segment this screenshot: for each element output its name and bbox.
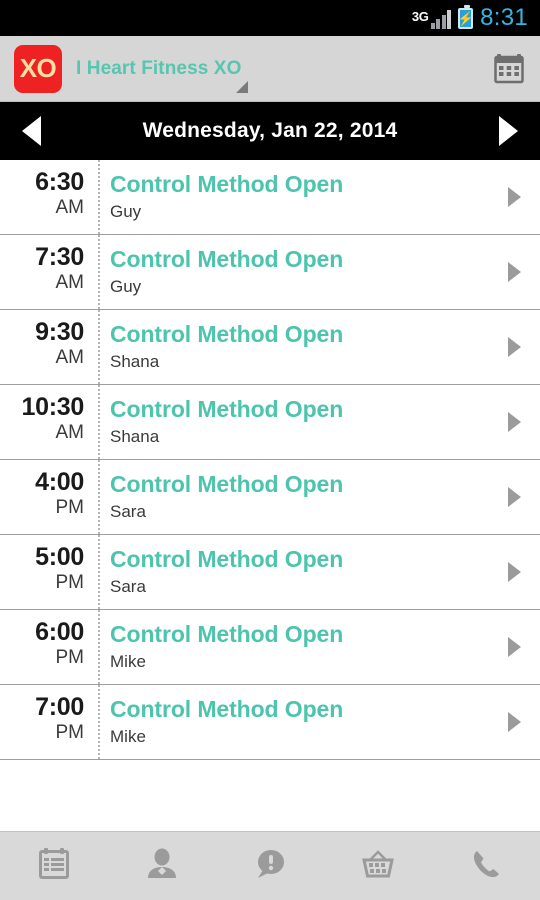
class-time-value: 5:00 <box>35 543 84 571</box>
class-detail-arrow-icon[interactable] <box>488 460 540 534</box>
battery-charging-icon: ⚡ <box>457 4 474 29</box>
class-time-value: 7:30 <box>35 243 84 271</box>
class-info: Control Method Open Shana <box>100 310 488 384</box>
class-time: 5:00 PM <box>0 535 98 609</box>
schedule-calendar-icon <box>36 846 72 887</box>
class-detail-arrow-icon[interactable] <box>488 310 540 384</box>
class-info: Control Method Open Guy <box>100 160 488 234</box>
tab-shop[interactable] <box>324 832 432 900</box>
tab-alerts[interactable] <box>216 832 324 900</box>
class-time-meridiem: AM <box>55 197 85 219</box>
class-detail-arrow-icon[interactable] <box>488 235 540 309</box>
class-instructor: Sara <box>110 577 146 597</box>
class-time-value: 6:00 <box>35 618 84 646</box>
status-bar-clock: 8:31 <box>480 4 528 31</box>
phone-call-icon <box>468 846 504 887</box>
class-info: Control Method Open Sara <box>100 535 488 609</box>
class-instructor: Shana <box>110 352 160 372</box>
class-detail-arrow-icon[interactable] <box>488 685 540 759</box>
class-instructor: Guy <box>110 202 142 222</box>
alerts-speech-bubble-icon <box>252 846 288 887</box>
class-time-meridiem: AM <box>55 422 85 444</box>
class-time-meridiem: PM <box>55 647 85 669</box>
tab-profile[interactable] <box>108 832 216 900</box>
class-time-value: 7:00 <box>35 693 84 721</box>
class-time: 6:00 PM <box>0 610 98 684</box>
class-time-value: 4:00 <box>35 468 84 496</box>
signal-strength-icon <box>430 10 452 29</box>
class-list-item[interactable]: 5:00 PM Control Method Open Sara <box>0 535 540 610</box>
class-time: 10:30 AM <box>0 385 98 459</box>
charging-bolt-icon: ⚡ <box>457 10 474 26</box>
class-list-item[interactable]: 7:00 PM Control Method Open Mike <box>0 685 540 760</box>
tab-schedule[interactable] <box>0 832 108 900</box>
class-detail-arrow-icon[interactable] <box>488 610 540 684</box>
class-list-item[interactable]: 6:00 PM Control Method Open Mike <box>0 610 540 685</box>
class-instructor: Mike <box>110 652 146 672</box>
previous-day-arrow-icon[interactable] <box>14 114 48 148</box>
class-schedule-list[interactable]: 6:30 AM Control Method Open Guy 7:30 AM … <box>0 160 540 760</box>
class-time-meridiem: PM <box>55 572 85 594</box>
class-info: Control Method Open Guy <box>100 235 488 309</box>
class-title: Control Method Open <box>110 546 344 572</box>
next-day-arrow-icon[interactable] <box>492 114 526 148</box>
dropdown-caret-icon[interactable] <box>236 81 248 93</box>
signal-bars-icon: 3G <box>411 7 452 29</box>
class-list-item[interactable]: 9:30 AM Control Method Open Shana <box>0 310 540 385</box>
class-title: Control Method Open <box>110 246 344 272</box>
class-time-value: 9:30 <box>35 318 84 346</box>
network-type-label: 3G <box>411 9 429 24</box>
shop-basket-icon <box>360 846 396 887</box>
class-instructor: Sara <box>110 502 146 522</box>
class-title: Control Method Open <box>110 321 344 347</box>
class-time: 7:30 AM <box>0 235 98 309</box>
class-info: Control Method Open Mike <box>100 685 488 759</box>
class-instructor: Guy <box>110 277 142 297</box>
status-bar: 3G ⚡ 8:31 <box>0 0 540 36</box>
tab-call[interactable] <box>432 832 540 900</box>
class-list-item[interactable]: 7:30 AM Control Method Open Guy <box>0 235 540 310</box>
app-logo: XO <box>14 44 62 93</box>
class-instructor: Mike <box>110 727 146 747</box>
class-title: Control Method Open <box>110 171 344 197</box>
class-title: Control Method Open <box>110 696 344 722</box>
class-list-item[interactable]: 10:30 AM Control Method Open Shana <box>0 385 540 460</box>
class-time-meridiem: PM <box>55 722 85 744</box>
class-time-meridiem: AM <box>55 347 85 369</box>
bottom-tab-bar <box>0 831 540 900</box>
class-info: Control Method Open Sara <box>100 460 488 534</box>
class-info: Control Method Open Shana <box>100 385 488 459</box>
current-date-label: Wednesday, Jan 22, 2014 <box>142 119 398 142</box>
class-title: Control Method Open <box>110 471 344 497</box>
class-title: Control Method Open <box>110 396 344 422</box>
class-detail-arrow-icon[interactable] <box>488 160 540 234</box>
date-navigation-bar: Wednesday, Jan 22, 2014 <box>0 102 540 160</box>
class-instructor: Shana <box>110 427 160 447</box>
class-time-meridiem: AM <box>55 272 85 294</box>
class-list-item[interactable]: 6:30 AM Control Method Open Guy <box>0 160 540 235</box>
class-time: 4:00 PM <box>0 460 98 534</box>
class-title: Control Method Open <box>110 621 344 647</box>
app-action-bar: XO I Heart Fitness XO <box>0 36 540 102</box>
app-title[interactable]: I Heart Fitness XO <box>76 58 241 80</box>
class-time-meridiem: PM <box>55 497 85 519</box>
class-time: 6:30 AM <box>0 160 98 234</box>
class-time-value: 10:30 <box>21 393 85 421</box>
class-detail-arrow-icon[interactable] <box>488 535 540 609</box>
class-list-item[interactable]: 4:00 PM Control Method Open Sara <box>0 460 540 535</box>
calendar-icon[interactable] <box>492 52 526 86</box>
profile-person-icon <box>144 846 180 887</box>
class-time: 7:00 PM <box>0 685 98 759</box>
class-detail-arrow-icon[interactable] <box>488 385 540 459</box>
class-time-value: 6:30 <box>35 168 84 196</box>
class-info: Control Method Open Mike <box>100 610 488 684</box>
class-time: 9:30 AM <box>0 310 98 384</box>
